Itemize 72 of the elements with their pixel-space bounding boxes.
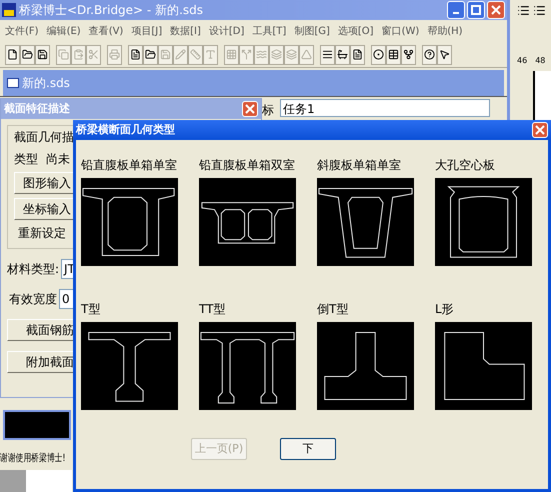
toolbar-button[interactable] [20,44,35,64]
cross-section-drawing[interactable] [199,178,296,266]
close-button[interactable] [242,101,258,117]
material-label: 材料类型: [7,261,60,278]
dialog-title: 截面特征描述 [4,100,70,117]
toolbar-button[interactable] [320,44,335,64]
menu-item[interactable]: 文件(F) [5,24,39,38]
reset-text: 重新设定 [18,225,66,242]
page-button[interactable]: 下 [280,438,336,460]
section-type-label: 大孔空心板 [435,157,496,174]
group-title: 截面几何描 [14,129,74,146]
ruler-label: 48 [535,55,546,67]
section-type-label: 倒T型 [317,301,350,318]
cross-section-drawing[interactable] [435,178,532,266]
task-field[interactable]: 任务1 [280,99,490,117]
toolbar-button[interactable] [386,44,401,64]
status-panel [0,470,26,492]
toolbar-button[interactable] [143,44,158,64]
toolbar-button[interactable] [401,44,416,64]
menu-item[interactable]: 制图[G] [294,24,330,38]
type-value: 尚未 [46,151,70,168]
document-title: 新的.sds [22,75,70,92]
close-button[interactable] [532,122,548,138]
section-type-label: 斜腹板单箱单室 [317,157,402,174]
app-icon [2,3,16,17]
section-type-label: T型 [81,301,102,318]
menu-item[interactable]: 窗口(W) [382,24,420,38]
menu-item[interactable]: 选项[O] [338,24,374,38]
close-icon [491,5,501,15]
menu-item[interactable]: 设计[D] [208,24,244,38]
close-button[interactable] [487,1,505,19]
cross-section-drawing[interactable] [317,178,414,266]
blank-panel [26,470,72,492]
preview-panel [3,410,71,440]
menu-item[interactable]: 数据[I] [170,24,201,38]
minimize-button[interactable] [447,1,465,19]
window-title: 桥梁博士<Dr.Bridge> - 新的.sds [19,2,204,19]
toolbar-button[interactable] [350,44,365,64]
list-icon[interactable] [533,4,546,17]
menu-item[interactable]: 编辑(E) [46,24,81,38]
maximize-icon [471,5,481,15]
cross-section-drawing[interactable] [199,322,296,410]
ruler-label: 46 [517,55,528,67]
maximize-button[interactable] [467,1,485,19]
field-label: 标 [262,102,274,119]
section-type-label: L形 [435,301,455,318]
width-label: 有效宽度 [9,291,57,308]
status-text: 谢谢使用桥梁博士! [0,450,66,466]
toolbar-button[interactable] [128,44,143,64]
toolbar-button[interactable] [335,44,350,64]
close-icon [245,104,255,114]
menu-item[interactable]: 帮助(H) [427,24,463,38]
type-label: 类型 [14,151,38,168]
menu-item[interactable]: 工具[T] [252,24,286,38]
dialog-title: 桥梁横断面几何类型 [76,122,175,138]
close-icon [535,125,545,135]
toolbar-button[interactable] [5,44,20,64]
section-type-label: TT型 [199,301,226,318]
document-icon [7,78,19,88]
cross-section-drawing[interactable] [435,322,532,410]
toolbar-button[interactable] [422,44,437,64]
cross-section-drawing[interactable] [81,322,178,410]
section-type-label: 铅直腹板单箱双室 [199,157,296,174]
toolbar-button[interactable] [371,44,386,64]
menu-item[interactable]: 项目[J] [131,24,162,38]
toolbar-button[interactable] [35,44,50,64]
list-icon[interactable] [517,4,530,17]
cross-section-drawing[interactable] [317,322,414,410]
cross-section-drawing[interactable] [81,178,178,266]
section-type-label: 铅直腹板单箱单室 [81,157,178,174]
toolbar-button[interactable] [437,44,452,64]
menu-item[interactable]: 查看(V) [88,24,124,38]
